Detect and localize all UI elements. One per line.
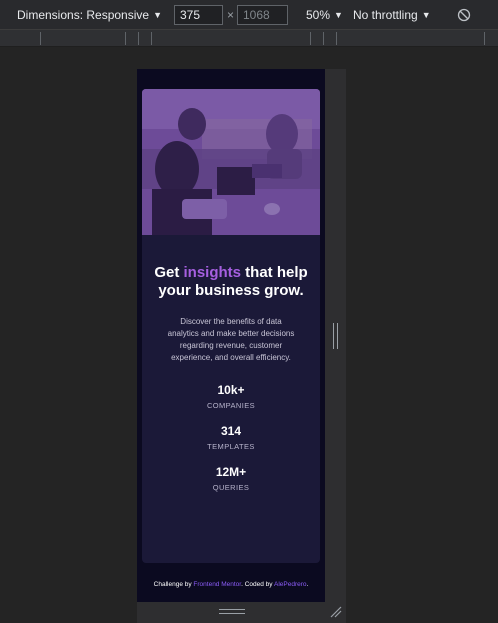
zoom-dropdown[interactable]: 50% ▼	[306, 0, 343, 30]
ruler-tick	[125, 32, 126, 45]
headline-prefix: Get	[154, 264, 184, 281]
chevron-down-icon: ▼	[334, 10, 343, 20]
times-icon: ×	[227, 8, 235, 22]
bottom-resize-handle[interactable]	[219, 609, 245, 614]
media-query-ruler[interactable]	[0, 30, 498, 47]
right-resize-handle[interactable]	[333, 323, 338, 349]
device-toolbar: Dimensions: Responsive ▼ 375 × 1068 50% …	[0, 0, 498, 30]
attribution-middle: . Coded by	[241, 581, 274, 588]
card-content: Get insights that help your business gro…	[142, 235, 320, 492]
stat-label: TEMPLATES	[207, 442, 255, 451]
description: Discover the benefits of data analytics …	[167, 317, 295, 362]
stat-label: QUERIES	[212, 483, 250, 492]
ruler-tick	[310, 32, 311, 45]
ruler-tick	[138, 32, 139, 45]
ruler-tick	[40, 32, 41, 45]
attribution: Challenge by Frontend Mentor. Coded by A…	[137, 581, 325, 588]
zoom-label: 50%	[306, 8, 331, 22]
ruler-tick	[323, 32, 324, 45]
headline-accent: insights	[183, 264, 242, 281]
throttling-dropdown[interactable]: No throttling ▼	[353, 0, 431, 30]
device-viewport: Get insights that help your business gro…	[137, 69, 325, 602]
dimensions-label: Dimensions: Responsive	[17, 8, 150, 22]
width-input[interactable]: 375	[174, 5, 223, 25]
chevron-down-icon: ▼	[421, 10, 431, 20]
hero-image	[142, 89, 320, 235]
stat-value: 12M+	[215, 465, 247, 479]
stat-templates: 314 TEMPLATES	[154, 424, 308, 451]
corner-resize-icon[interactable]	[330, 606, 342, 618]
dimensions-dropdown[interactable]: Dimensions: Responsive ▼	[17, 0, 162, 30]
frontend-mentor-link[interactable]: Frontend Mentor	[193, 581, 241, 588]
ruler-tick	[336, 32, 337, 45]
attribution-suffix: .	[306, 581, 309, 588]
attribution-prefix: Challenge by	[153, 581, 194, 588]
throttling-label: No throttling	[353, 8, 418, 22]
stat-queries: 12M+ QUERIES	[154, 465, 308, 492]
page-title: Get insights that help your business gro…	[154, 264, 308, 300]
ruler-tick	[484, 32, 485, 45]
rotate-button[interactable]	[457, 0, 471, 30]
stats-card: Get insights that help your business gro…	[142, 89, 320, 563]
stat-companies: 10k+ COMPANIES	[154, 383, 308, 410]
stat-value: 10k+	[217, 383, 245, 397]
ruler-tick	[151, 32, 152, 45]
stat-value: 314	[220, 424, 242, 438]
stat-label: COMPANIES	[206, 401, 256, 410]
height-input[interactable]: 1068	[237, 5, 288, 25]
author-link[interactable]: AlePedrero	[274, 581, 307, 588]
chevron-down-icon: ▼	[153, 10, 162, 20]
team-photo-illustration	[142, 89, 320, 235]
rotate-icon	[457, 8, 471, 22]
